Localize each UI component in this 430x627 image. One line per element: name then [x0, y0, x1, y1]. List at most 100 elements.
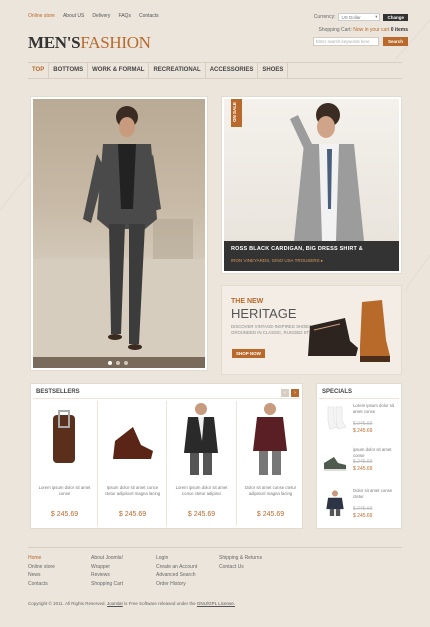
joomla-link[interactable]: Joomla!: [107, 601, 123, 606]
product-card[interactable]: Dolor sit amet conse ctetur adipiscel ma…: [239, 401, 302, 526]
hero-image[interactable]: [33, 99, 205, 357]
product-desc: Ipsum dolor sit amet conce ctetur adipis…: [104, 485, 161, 496]
menu-divider-bottom: [28, 78, 402, 79]
promo-cardigan-link[interactable]: IRON VINEYARDS, GINO USA TROUSERS ▸: [231, 258, 323, 264]
footer-link-shopping-cart[interactable]: Shopping Cart: [91, 580, 123, 589]
slider-dot-3[interactable]: [124, 361, 128, 365]
special-item[interactable]: Dolor sit amet conse ctetur $ 245.69 $ 2…: [320, 488, 400, 526]
main-menu: TOP BOTTOMS WORK & FORMAL RECREATIONAL A…: [28, 63, 289, 78]
product-card[interactable]: Ipsum dolor sit amet conce ctetur adipis…: [101, 401, 164, 526]
bestsellers-prev-button[interactable]: ‹: [281, 389, 289, 397]
footer-link-shipping-returns[interactable]: Shipping & Returns: [219, 554, 262, 563]
currency-select[interactable]: US Dollar ▾: [338, 13, 381, 21]
toplink-faqs[interactable]: FAQs: [118, 13, 131, 19]
special-item[interactable]: Lorem ipsum dolor sit amet conse $ 245.6…: [320, 403, 400, 441]
footer-link-contacts[interactable]: Contacts: [28, 580, 55, 589]
footer-link-create-account[interactable]: Create an Account: [156, 563, 197, 572]
special-old-price: $ 245.69: [353, 506, 373, 512]
special-desc: Lorem ipsum dolor sit amet conse: [353, 403, 395, 414]
special-old-price: $ 245.69: [353, 459, 373, 465]
menu-item-bottoms[interactable]: BOTTOMS: [49, 63, 89, 78]
special-old-price: $ 245.69: [353, 421, 373, 427]
footer-link-order-history[interactable]: Order History: [156, 580, 197, 589]
special-desc: ipsum dolor sit amet conse: [353, 447, 392, 458]
search-button[interactable]: Search: [382, 37, 408, 46]
shop-now-button[interactable]: SHOP NOW: [232, 349, 265, 358]
slider-dots: [108, 361, 128, 365]
cart-count: 0 items: [390, 27, 408, 33]
special-price: $ 245.69: [353, 428, 373, 434]
search-box: Enter search keywords here Search: [312, 37, 408, 46]
product-desc: Lorem ipsum dolor sit amet conce ctetur …: [175, 485, 228, 496]
footer-link-reviews[interactable]: Reviews: [91, 571, 123, 580]
product-separator: [97, 401, 98, 526]
special-item[interactable]: ipsum dolor sit amet conse $ 245.69 $ 24…: [320, 447, 400, 485]
site-logo[interactable]: MEN'SFASHION: [28, 33, 151, 53]
menu-item-top[interactable]: TOP: [28, 63, 50, 78]
bestsellers-divider: [33, 398, 300, 399]
currency-value: US Dollar: [341, 14, 361, 20]
shirt-icon: [326, 490, 344, 516]
special-price: $ 245.69: [353, 466, 373, 472]
slider-dot-2[interactable]: [116, 361, 120, 365]
promo-heritage-title: HERITAGE: [231, 306, 297, 321]
product-card[interactable]: Lorem ipsum dolor sit amet conse $ 245.6…: [33, 401, 96, 526]
blazer-icon: [184, 403, 218, 475]
copyright-mid: is Free Software released under the: [124, 601, 196, 606]
shopping-cart-summary[interactable]: Shopping Cart: Now in your cart 0 items: [319, 27, 409, 33]
currency-change-button[interactable]: Change: [383, 13, 408, 21]
product-price: $ 245.69: [118, 511, 147, 518]
footer-link-contact-us[interactable]: Contact Us: [219, 563, 262, 572]
product-desc: Lorem ipsum dolor sit amet conse: [38, 485, 91, 496]
toplink-contacts[interactable]: Contacts: [139, 13, 159, 19]
bestsellers-next-button[interactable]: ›: [291, 389, 299, 397]
toplink-about[interactable]: About US: [63, 13, 84, 19]
menu-item-accessories[interactable]: ACCESSORIES: [206, 63, 259, 78]
on-sale-badge: ON SALE: [231, 99, 242, 127]
menu-item-work-formal[interactable]: WORK & FORMAL: [88, 63, 150, 78]
product-separator: [236, 401, 237, 526]
footer-col-2: About Joomla! Wrapper Reviews Shopping C…: [91, 554, 123, 588]
footer-link-online-store[interactable]: Online store: [28, 563, 55, 572]
footer-link-news[interactable]: News: [28, 571, 55, 580]
boot-icon: [113, 427, 153, 459]
special-desc: Dolor sit amet conse ctetur: [353, 488, 393, 499]
menu-item-recreational[interactable]: RECREATIONAL: [149, 63, 206, 78]
menu-item-shoes[interactable]: SHOES: [258, 63, 289, 78]
product-price: $ 245.69: [50, 511, 79, 518]
promo-cardigan-title: ROSS BLACK CARDIGAN, BIG DRESS SHIRT &: [231, 246, 363, 252]
special-price: $ 245.69: [353, 513, 373, 519]
copyright-text: Copyright © 2011. All Rights Reserved.: [28, 601, 106, 606]
product-desc: Dolor sit amet conse ctetur adipiscel ma…: [244, 485, 297, 496]
man-cardigan-illustration: [290, 103, 364, 241]
license-link[interactable]: GNU/GPL License.: [197, 601, 235, 606]
product-price: $ 245.69: [187, 511, 216, 518]
logo-part2: FASHION: [80, 33, 151, 52]
footer-link-advanced-search[interactable]: Advanced Search: [156, 571, 197, 580]
footer-link-home[interactable]: Home: [28, 554, 55, 563]
footer-col-3: Login Create an Account Advanced Search …: [156, 554, 197, 588]
footer-link-login[interactable]: Login: [156, 554, 197, 563]
bestsellers-title: BESTSELLERS: [36, 389, 80, 395]
product-price: $ 245.69: [256, 511, 285, 518]
man-in-suit-illustration: [33, 106, 205, 357]
sneaker-icon: [324, 457, 346, 471]
footer-divider: [28, 547, 402, 548]
currency-label: Currency:: [313, 14, 336, 20]
product-card[interactable]: Lorem ipsum dolor sit amet conce ctetur …: [170, 401, 233, 526]
slider-dot-1[interactable]: [108, 361, 112, 365]
chevron-down-icon: ▾: [375, 14, 378, 19]
currency-selector: Currency: US Dollar ▾ Change: [314, 13, 408, 21]
footer-col-4: Shipping & Returns Contact Us: [219, 554, 262, 571]
belt-icon: [53, 410, 75, 463]
toplink-online-store[interactable]: Online store: [28, 13, 55, 19]
on-sale-text: ON SALE: [232, 102, 237, 123]
boots-icon: [308, 300, 390, 362]
promo-cardigan-image: [224, 99, 399, 241]
footer-link-about-joomla[interactable]: About Joomla!: [91, 554, 123, 563]
search-input[interactable]: Enter search keywords here: [312, 37, 379, 46]
socks-icon: [327, 406, 347, 430]
specials-divider: [319, 398, 399, 399]
footer-link-wrapper[interactable]: Wrapper: [91, 563, 123, 572]
toplink-delivery[interactable]: Delivery: [92, 13, 110, 19]
